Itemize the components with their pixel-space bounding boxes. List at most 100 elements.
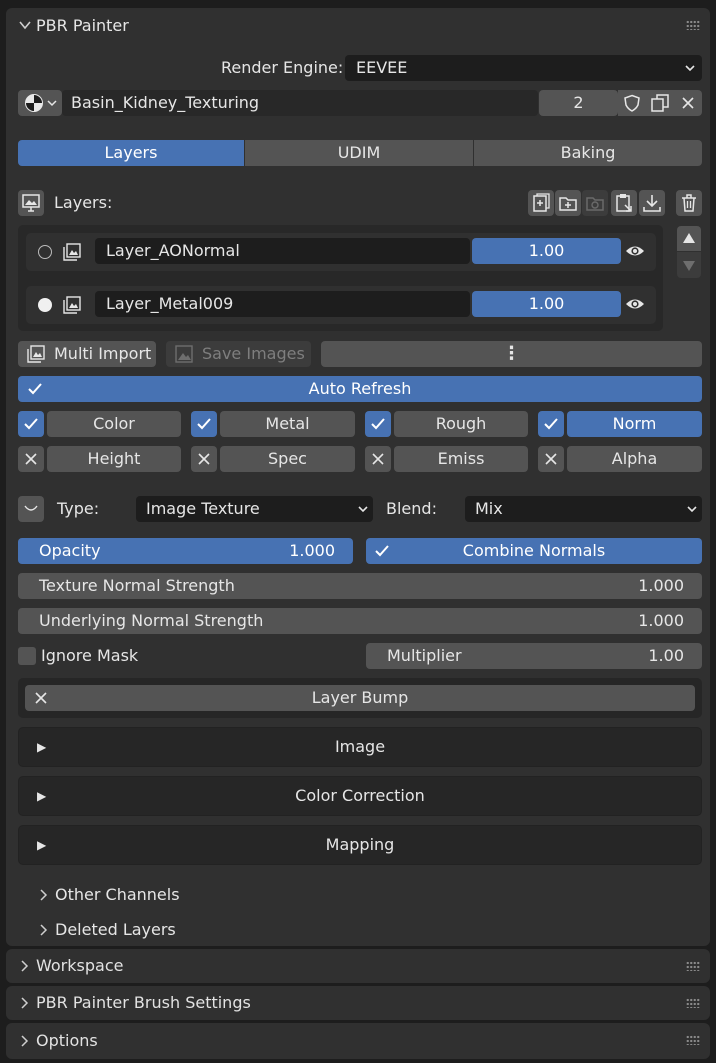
color-correction-subpanel[interactable]: ▶ Color Correction	[18, 776, 702, 816]
image-subpanel[interactable]: ▶ Image	[18, 727, 702, 767]
emiss-channel-checkbox[interactable]	[365, 446, 391, 472]
refresh-icon	[585, 193, 605, 213]
import-layer-button[interactable]	[639, 190, 665, 216]
drag-grip-icon[interactable]	[686, 20, 700, 30]
ignore-mask-checkbox[interactable]	[18, 647, 36, 665]
move-layer-up-button[interactable]	[677, 226, 701, 251]
layer-opacity-value: 1.00	[528, 241, 565, 260]
spec-channel-button[interactable]: Spec	[220, 446, 355, 472]
underlying-normal-strength-value: 1.000	[638, 611, 684, 630]
layer-opacity-slider[interactable]: 1.00	[472, 238, 621, 264]
multiplier-slider[interactable]: Multiplier 1.00	[366, 643, 702, 669]
type-select[interactable]: Image Texture	[136, 496, 373, 522]
eye-icon[interactable]	[625, 242, 645, 260]
chevron-down-icon	[686, 496, 698, 522]
duplicate-material-button[interactable]	[646, 90, 674, 116]
layer-name-field[interactable]: Layer_Metal009	[95, 291, 470, 317]
brush-settings-panel[interactable]: PBR Painter Brush Settings	[6, 986, 710, 1020]
underlying-normal-strength-slider[interactable]: Underlying Normal Strength 1.000	[18, 608, 702, 634]
chevron-right-icon[interactable]	[38, 888, 48, 902]
color-channel-checkbox[interactable]	[18, 411, 44, 437]
tab-baking[interactable]: Baking	[474, 140, 702, 166]
norm-channel-button[interactable]: Norm	[567, 411, 702, 437]
height-channel-button[interactable]: Height	[47, 446, 181, 472]
add-layer-button[interactable]	[528, 190, 554, 216]
layer-bump-toggle[interactable]: Layer Bump	[25, 685, 695, 711]
close-icon	[681, 96, 695, 110]
rough-channel-checkbox[interactable]	[365, 411, 391, 437]
layer-select-radio-active[interactable]	[38, 298, 52, 312]
opacity-slider[interactable]: Opacity 1.000	[18, 538, 353, 564]
save-images-button[interactable]: Save Images	[166, 341, 311, 367]
drag-grip-icon[interactable]	[686, 961, 700, 971]
ignore-mask-label[interactable]: Ignore Mask	[41, 643, 138, 669]
material-name-field[interactable]: Basin_Kidney_Texturing	[62, 90, 538, 116]
layer-name: Layer_Metal009	[106, 294, 234, 313]
more-options-button[interactable]: ⋮	[321, 341, 702, 367]
norm-channel-checkbox[interactable]	[538, 411, 564, 437]
multi-import-button[interactable]: Multi Import	[18, 341, 156, 367]
delete-layer-button[interactable]	[676, 190, 702, 216]
close-icon	[372, 453, 384, 465]
render-engine-select[interactable]: EEVEE	[345, 55, 702, 81]
workspace-panel[interactable]: Workspace	[6, 949, 710, 983]
deleted-layers-header[interactable]: Deleted Layers	[55, 917, 176, 943]
refresh-layer-button[interactable]	[582, 190, 608, 216]
close-icon	[545, 453, 557, 465]
chevron-down-icon[interactable]	[18, 8, 32, 44]
triangle-up-icon	[682, 232, 696, 244]
brush-settings-title: PBR Painter Brush Settings	[36, 993, 251, 1012]
options-panel[interactable]: Options	[6, 1023, 710, 1059]
tab-udim[interactable]: UDIM	[245, 140, 473, 166]
auto-refresh-toggle[interactable]: Auto Refresh	[18, 376, 702, 402]
mapping-subpanel[interactable]: ▶ Mapping	[18, 825, 702, 865]
type-value: Image Texture	[146, 499, 260, 518]
material-users-count[interactable]: 2	[539, 90, 618, 116]
tab-layers[interactable]: Layers	[18, 140, 244, 166]
emiss-channel-button[interactable]: Emiss	[394, 446, 528, 472]
texture-normal-strength-label: Texture Normal Strength	[39, 576, 235, 595]
eye-icon[interactable]	[625, 295, 645, 313]
layer-opacity-slider[interactable]: 1.00	[472, 291, 621, 317]
expand-layer-settings-button[interactable]	[18, 496, 44, 522]
color-channel-button[interactable]: Color	[47, 411, 181, 437]
shield-icon	[623, 94, 641, 112]
move-layer-down-button[interactable]	[677, 252, 701, 278]
layer-select-radio[interactable]	[38, 245, 52, 259]
chevron-down-icon	[684, 55, 696, 81]
checkmark-icon	[371, 418, 385, 430]
drag-grip-icon[interactable]	[686, 998, 700, 1008]
other-channels-header[interactable]: Other Channels	[55, 882, 180, 908]
metal-channel-checkbox[interactable]	[191, 411, 217, 437]
alpha-channel-button[interactable]: Alpha	[567, 446, 702, 472]
paste-layer-button[interactable]	[611, 190, 637, 216]
metal-channel-button[interactable]: Metal	[220, 411, 355, 437]
blend-select[interactable]: Mix	[465, 496, 702, 522]
add-folder-button[interactable]	[555, 190, 581, 216]
material-browse-button[interactable]	[18, 90, 62, 116]
multi-import-label: Multi Import	[54, 344, 152, 363]
texture-normal-strength-slider[interactable]: Texture Normal Strength 1.000	[18, 573, 702, 599]
fake-user-button[interactable]	[618, 90, 646, 116]
combine-normals-toggle[interactable]: Combine Normals	[366, 538, 702, 564]
spec-channel-checkbox[interactable]	[191, 446, 217, 472]
checkmark-icon	[544, 418, 558, 430]
checkmark-icon	[197, 418, 211, 430]
alpha-channel-checkbox[interactable]	[538, 446, 564, 472]
image-icon	[174, 344, 194, 364]
height-channel-checkbox[interactable]	[18, 446, 44, 472]
image-subpanel-label: Image	[334, 737, 386, 756]
panel-title[interactable]: PBR Painter	[36, 8, 129, 44]
unlink-material-button[interactable]	[674, 90, 702, 116]
chevron-right-icon[interactable]	[38, 923, 48, 937]
layer-name-field[interactable]: Layer_AONormal	[95, 238, 470, 264]
combine-normals-label: Combine Normals	[462, 541, 606, 560]
texture-normal-strength-value: 1.000	[638, 576, 684, 595]
image-layer-icon	[62, 295, 82, 315]
rough-channel-button[interactable]: Rough	[394, 411, 528, 437]
layers-view-button[interactable]	[18, 190, 44, 216]
image-layer-icon	[62, 242, 82, 262]
render-engine-value: EEVEE	[356, 58, 408, 77]
checkmark-icon	[24, 418, 38, 430]
drag-grip-icon[interactable]	[686, 1035, 700, 1045]
